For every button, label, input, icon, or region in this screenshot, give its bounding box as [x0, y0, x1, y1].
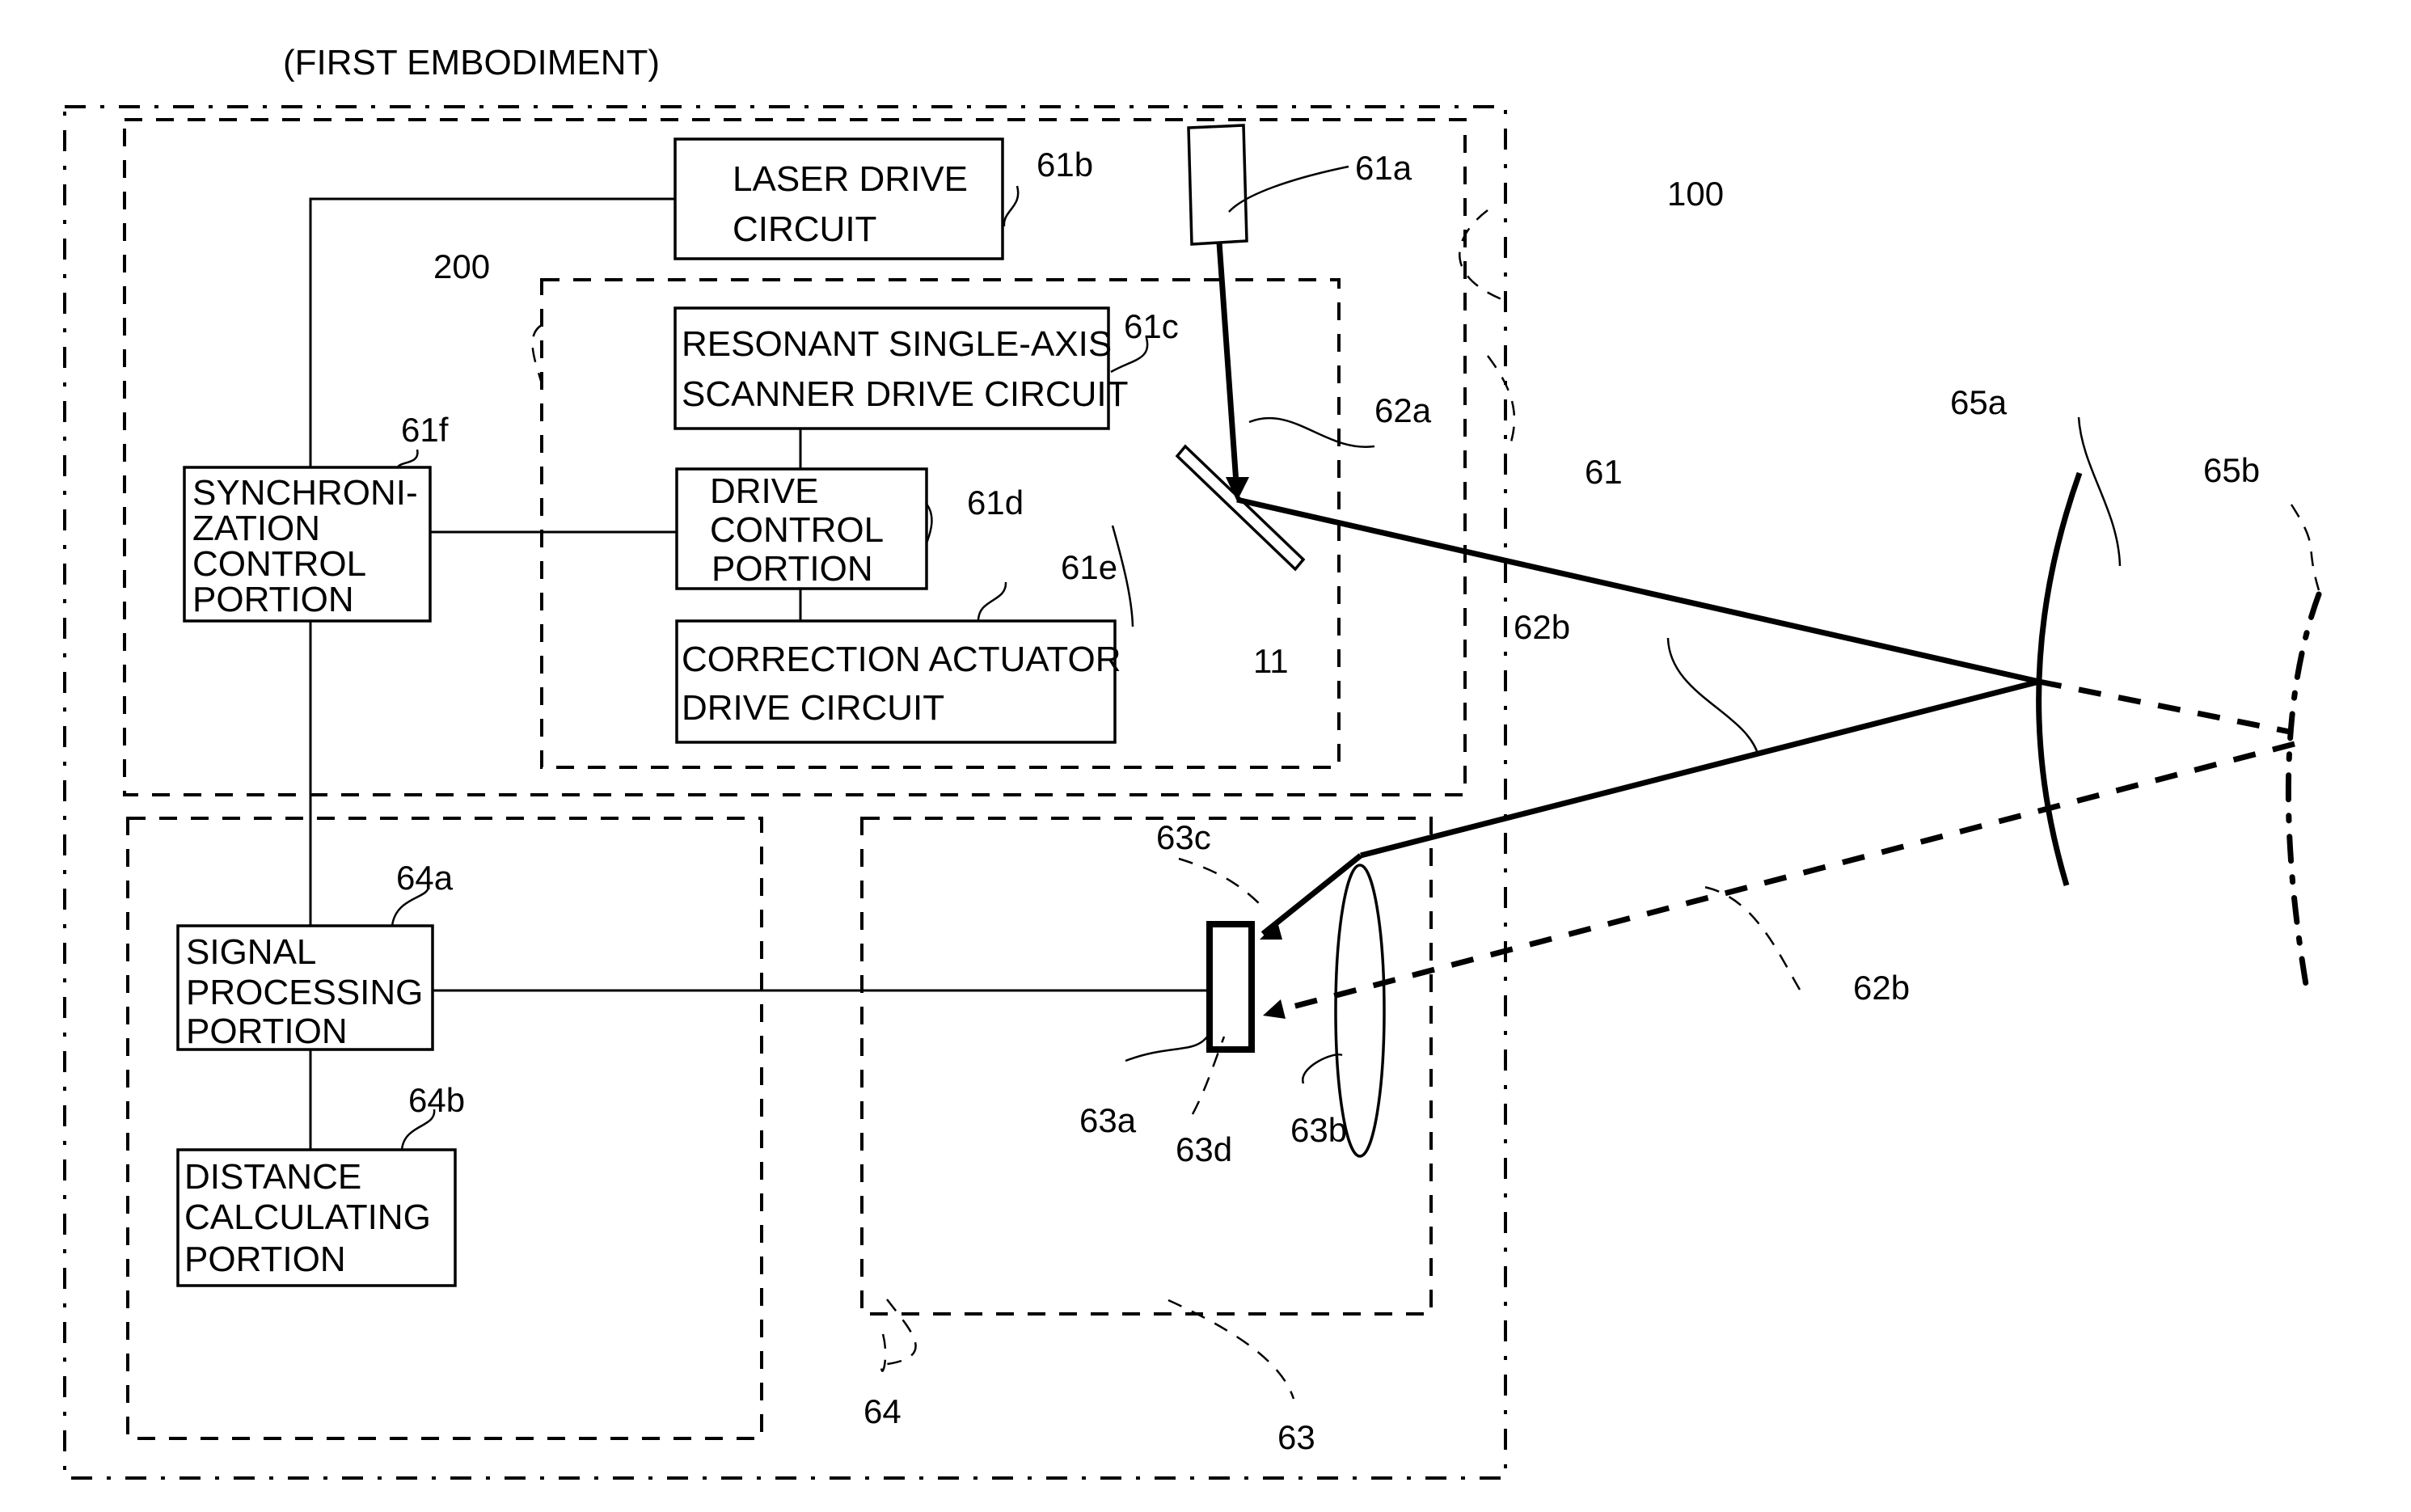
block-text-line: CIRCUIT — [733, 209, 876, 249]
leader-64 — [880, 1333, 887, 1372]
block-text-line: DRIVE CIRCUIT — [682, 688, 944, 728]
leader-63c — [1178, 857, 1262, 906]
figure-title: (FIRST EMBODIMENT) — [283, 43, 660, 82]
leader-62a — [1248, 416, 1375, 448]
ref-63d: 63d — [1176, 1130, 1232, 1168]
block-text-line: CALCULATING — [184, 1197, 431, 1237]
block-text-line: CONTROL — [710, 510, 884, 550]
block-laser-drive-circuit: LASER DRIVE CIRCUIT — [673, 137, 1004, 260]
ref-100: 100 — [1667, 175, 1724, 213]
ref-61f: 61f — [401, 411, 449, 449]
block-text-line: PORTION — [711, 549, 873, 589]
leader-62b-far — [1704, 885, 1801, 990]
ref-61c: 61c — [1124, 307, 1179, 345]
ref-65b: 65b — [2203, 451, 2260, 489]
arrow-head-icon — [1263, 999, 1286, 1019]
block-text-line: RESONANT SINGLE-AXIS — [682, 324, 1112, 364]
block-text-line: PROCESSING — [186, 973, 423, 1012]
projected-beam-extension — [2038, 678, 2291, 735]
block-correction-actuator-drive-circuit: CORRECTION ACTUATOR DRIVE CIRCUIT — [675, 619, 1121, 744]
block-text-line: PORTION — [192, 580, 354, 619]
leader-200 — [531, 323, 544, 397]
ref-63a: 63a — [1079, 1101, 1137, 1139]
projected-beam-62a-scan — [1236, 496, 2040, 685]
ref-61a: 61a — [1355, 149, 1412, 187]
leader-61b — [1003, 185, 1020, 227]
leader-65a — [2077, 416, 2122, 567]
ref-63: 63 — [1277, 1418, 1315, 1456]
block-text-line: DRIVE — [710, 471, 818, 511]
ref-61: 61 — [1585, 453, 1623, 491]
block-text-line: PORTION — [184, 1240, 346, 1279]
block-text-line: SCANNER DRIVE CIRCUIT — [682, 374, 1129, 414]
leader-64-curve — [880, 1299, 917, 1366]
ref-62b-far: 62b — [1853, 969, 1910, 1007]
block-text-line: CORRECTION ACTUATOR — [682, 640, 1121, 679]
reflected-beam-62b-far — [1277, 741, 2295, 1014]
ref-63c: 63c — [1156, 818, 1211, 856]
block-resonant-scanner-drive-circuit: RESONANT SINGLE-AXIS SCANNER DRIVE CIRCU… — [673, 306, 1129, 430]
block-text-line: SIGNAL — [186, 932, 316, 972]
leader-61 — [1486, 355, 1516, 446]
leader-65b — [2290, 504, 2320, 591]
photodetector-63a — [1206, 921, 1255, 1053]
ref-11: 11 — [1253, 642, 1289, 680]
block-drive-control-portion: DRIVE CONTROL PORTION — [675, 467, 928, 590]
target-surface-65a — [2036, 471, 2083, 887]
leader-100 — [1459, 209, 1506, 302]
block-synchronization-control-portion: SYNCHRONI- ZATION CONTROL PORTION — [183, 466, 432, 623]
block-text-line: SYNCHRONI- — [192, 473, 418, 513]
leader-61f — [396, 449, 419, 468]
target-surface-65b — [2285, 591, 2322, 1002]
ref-62a: 62a — [1374, 391, 1432, 429]
ref-64b: 64b — [408, 1081, 465, 1119]
ref-61e: 61e — [1061, 548, 1117, 586]
block-text-line: PORTION — [186, 1012, 348, 1051]
ref-64: 64 — [863, 1392, 901, 1430]
ref-63b: 63b — [1290, 1111, 1347, 1149]
block-distance-calculating-portion: DISTANCE CALCULATING PORTION — [176, 1148, 457, 1287]
ref-62b: 62b — [1514, 608, 1570, 646]
block-text-line: CONTROL — [192, 544, 366, 584]
wire-sync-to-laser-drive — [309, 197, 675, 467]
leader-62b — [1666, 637, 1760, 757]
ref-65a: 65a — [1950, 383, 2008, 421]
patent-diagram: (FIRST EMBODIMENT) LASER DRIVE CIRCUIT R… — [63, 43, 2322, 1480]
block-signal-processing-portion: SIGNAL PROCESSING PORTION — [176, 924, 434, 1051]
reflected-beam-62b — [1360, 678, 2040, 859]
block-text-line: ZATION — [192, 509, 320, 548]
ref-200: 200 — [433, 247, 490, 285]
leader-61e — [977, 581, 1007, 622]
light-source-61a — [1187, 124, 1248, 246]
region-64-processing — [126, 817, 763, 1440]
ref-61d: 61d — [967, 484, 1024, 522]
ref-64a: 64a — [396, 859, 454, 897]
block-text-line: LASER DRIVE — [733, 159, 968, 199]
leader-63a — [1125, 1033, 1211, 1062]
ref-61b: 61b — [1037, 146, 1093, 184]
block-text-line: DISTANCE — [184, 1157, 361, 1197]
projected-beam-62a-incident — [1216, 242, 1240, 496]
